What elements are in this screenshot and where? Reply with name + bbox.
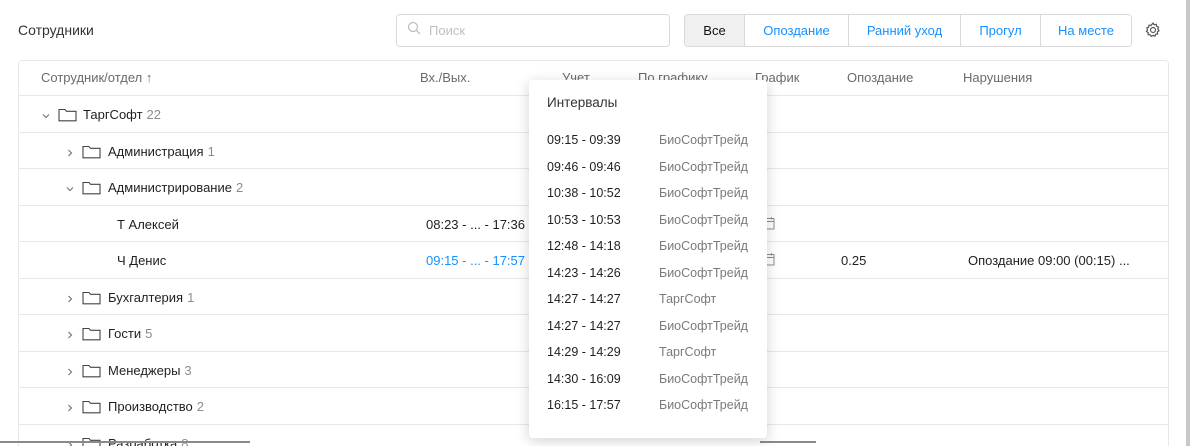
violations-value: Опоздание 09:00 (00:15) ... — [968, 253, 1130, 268]
page-title: Сотрудники — [18, 22, 94, 38]
group-label: Менеджеры 3 — [108, 362, 192, 378]
search-input[interactable] — [429, 23, 649, 38]
interval-item: 10:53 - 10:53 БиоСофтТрейд — [529, 209, 767, 235]
chevron-right-icon[interactable] — [65, 145, 75, 156]
column-inout[interactable]: Вх./Вых. — [420, 70, 470, 85]
filter-all-button[interactable]: Все — [685, 15, 744, 46]
employee-name: Т Алексей — [117, 216, 179, 232]
employee-name: Ч Денис — [117, 253, 167, 268]
group-label: ТаргСофт 22 — [83, 107, 162, 122]
interval-time: 14:27 - 14:27 — [547, 292, 621, 306]
interval-item: 09:46 - 09:46 БиоСофтТрейд — [529, 156, 767, 182]
interval-time: 09:46 - 09:46 — [547, 159, 621, 174]
popover-title: Интервалы — [547, 95, 618, 110]
divider — [0, 441, 250, 443]
interval-time: 16:15 - 17:57 — [547, 398, 621, 412]
filter-late-button[interactable]: Опоздание — [744, 15, 848, 46]
interval-time: 12:48 - 14:18 — [547, 239, 621, 253]
interval-source: БиоСофтТрейд — [659, 186, 748, 200]
interval-source: ТаргСофт — [659, 292, 717, 306]
interval-source: БиоСофтТрейд — [659, 133, 748, 147]
folder-icon — [82, 180, 101, 195]
chevron-down-icon[interactable] — [41, 108, 51, 119]
interval-time: 14:23 - 14:26 — [547, 265, 621, 280]
gear-icon[interactable] — [1144, 21, 1162, 39]
group-label: Администрация 1 — [108, 143, 215, 159]
interval-time: 14:27 - 14:27 — [547, 318, 621, 333]
folder-icon — [82, 290, 101, 305]
interval-time: 14:30 - 16:09 — [547, 371, 621, 386]
group-label: Администрирование 2 — [108, 180, 244, 195]
folder-icon — [82, 326, 101, 341]
search-icon — [407, 21, 421, 40]
interval-time: 14:29 - 14:29 — [547, 345, 621, 359]
divider — [760, 441, 816, 443]
intervals-popover: Интервалы 09:15 - 09:39 БиоСофтТрейд 09:4… — [529, 80, 767, 438]
interval-source: БиоСофтТрейд — [659, 239, 748, 253]
column-late[interactable]: Опоздание — [847, 70, 913, 85]
scrollbar[interactable] — [1186, 0, 1190, 446]
interval-time: 10:38 - 10:52 — [547, 186, 621, 200]
interval-item: 14:23 - 14:26 БиоСофтТрейд — [529, 262, 767, 288]
interval-item: 14:27 - 14:27 ТаргСофт — [529, 288, 767, 314]
interval-item: 14:27 - 14:27 БиоСофтТрейд — [529, 315, 767, 341]
interval-source: БиоСофтТрейд — [659, 371, 748, 386]
interval-item: 12:48 - 14:18 БиоСофтТрейд — [529, 235, 767, 261]
interval-source: ТаргСофт — [659, 345, 717, 359]
interval-time: 10:53 - 10:53 — [547, 212, 621, 227]
interval-source: БиоСофтТрейд — [659, 318, 748, 333]
interval-item: 09:15 - 09:39 БиоСофтТрейд — [529, 129, 767, 155]
chevron-right-icon[interactable] — [65, 364, 75, 375]
filter-group: Все Опоздание Ранний уход Прогул На мест… — [684, 14, 1132, 47]
interval-source: БиоСофтТрейд — [659, 265, 748, 280]
interval-source: БиоСофтТрейд — [659, 212, 748, 227]
group-label: Производство 2 — [108, 399, 204, 414]
interval-item: 10:38 - 10:52 БиоСофтТрейд — [529, 182, 767, 208]
interval-source: БиоСофтТрейд — [659, 159, 748, 174]
folder-icon — [82, 144, 101, 159]
folder-icon — [82, 363, 101, 378]
interval-source: БиоСофтТрейд — [659, 398, 748, 412]
interval-item: 16:15 - 17:57 БиоСофтТрейд — [529, 394, 767, 420]
group-label: Гости 5 — [108, 326, 153, 341]
folder-icon — [82, 399, 101, 414]
filter-present-button[interactable]: На месте — [1040, 15, 1131, 46]
column-employee[interactable]: Сотрудник/отдел ↑ — [41, 70, 152, 85]
search-box[interactable] — [396, 14, 670, 47]
chevron-right-icon[interactable] — [65, 291, 75, 302]
folder-icon — [58, 107, 77, 122]
late-value: 0.25 — [841, 253, 867, 268]
group-label: Бухгалтерия 1 — [108, 289, 195, 305]
interval-item: 14:29 - 14:29 ТаргСофт — [529, 341, 767, 367]
interval-item: 14:30 - 16:09 БиоСофтТрейд — [529, 368, 767, 394]
chevron-down-icon[interactable] — [65, 181, 75, 192]
filter-absence-button[interactable]: Прогул — [960, 15, 1040, 46]
inout-link[interactable]: 09:15 - ... - 17:57 — [426, 253, 525, 268]
chevron-right-icon[interactable] — [65, 400, 75, 412]
filter-early-leave-button[interactable]: Ранний уход — [848, 15, 960, 46]
interval-time: 09:15 - 09:39 — [547, 133, 621, 147]
chevron-right-icon[interactable] — [65, 327, 75, 339]
column-violations[interactable]: Нарушения — [963, 70, 1032, 85]
inout-value: 08:23 - ... - 17:36 — [426, 216, 526, 232]
